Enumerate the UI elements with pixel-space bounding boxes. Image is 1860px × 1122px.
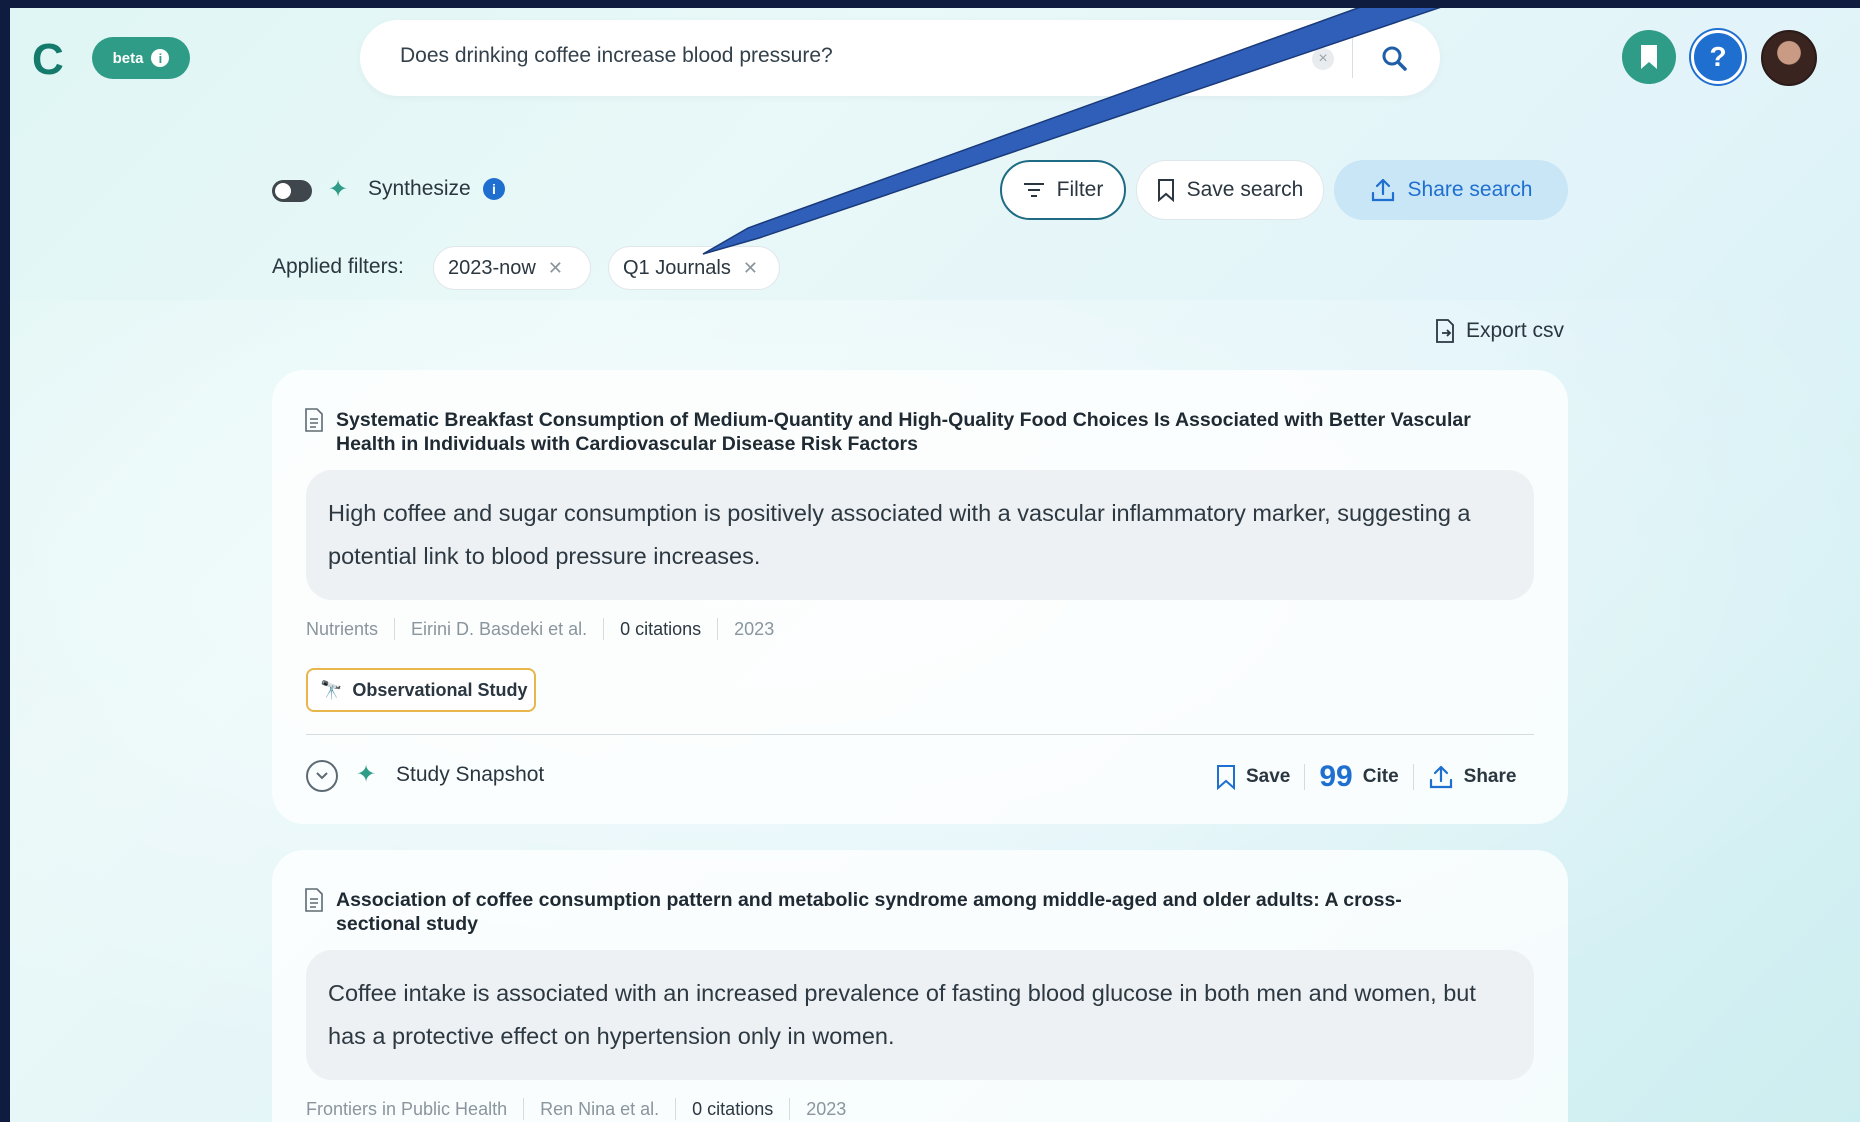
remove-filter-icon[interactable]: ✕ — [743, 258, 758, 279]
bookmark-icon — [1157, 179, 1174, 202]
app-window: C beta i Does drinking coffee increase b… — [10, 0, 1860, 1122]
help-button[interactable]: ? — [1691, 30, 1745, 84]
result-meta: Frontiers in Public Health Ren Nina et a… — [306, 1098, 846, 1120]
result-title-line: sectional study — [336, 913, 478, 935]
result-title[interactable]: Systematic Breakfast Consumption of Medi… — [336, 408, 1536, 456]
search-input[interactable]: Does drinking coffee increase blood pres… — [400, 44, 833, 68]
save-button[interactable]: Save — [1216, 764, 1290, 790]
study-type-badge: 🔭 Observational Study — [306, 668, 536, 712]
study-snapshot-label[interactable]: Study Snapshot — [396, 763, 544, 787]
result-title-line: Association of coffee consumption patter… — [336, 889, 1402, 911]
bookmark-icon — [1217, 765, 1235, 790]
cite-label: Cite — [1362, 766, 1399, 787]
user-avatar[interactable] — [1761, 30, 1817, 86]
sparkle-icon: ✦ — [328, 176, 349, 203]
filter-chip-label: Q1 Journals — [623, 256, 731, 279]
remove-filter-icon[interactable]: ✕ — [548, 258, 563, 279]
citation-count: 0 citations — [620, 618, 702, 639]
filter-button[interactable]: Filter — [1000, 160, 1126, 220]
authors: Eirini D. Basdeki et al. — [411, 618, 588, 639]
export-icon — [1436, 319, 1454, 343]
search-bar[interactable]: Does drinking coffee increase blood pres… — [360, 20, 1440, 96]
filter-chip-journal[interactable]: Q1 Journals ✕ — [608, 246, 780, 290]
save-label: Save — [1246, 766, 1291, 787]
export-csv-button[interactable]: Export csv — [1434, 318, 1564, 344]
result-card: Association of coffee consumption patter… — [272, 850, 1568, 1122]
synthesize-toggle[interactable] — [272, 180, 312, 202]
result-summary: High coffee and sugar consumption is pos… — [306, 470, 1534, 600]
card-divider — [306, 734, 1534, 735]
study-type-label: Observational Study — [352, 679, 528, 700]
summary-line: has a protective effect on hypertension … — [328, 1023, 895, 1049]
journal-name[interactable]: Frontiers in Public Health — [306, 1099, 507, 1120]
search-divider — [1352, 38, 1353, 78]
publication-year: 2023 — [734, 618, 775, 639]
document-icon — [305, 408, 323, 432]
share-search-button[interactable]: Share search — [1334, 160, 1568, 220]
synthesize-label: Synthesize — [368, 177, 471, 200]
expand-snapshot-button[interactable] — [306, 760, 338, 792]
citation-count: 0 citations — [692, 1098, 774, 1119]
document-icon — [305, 888, 323, 912]
filter-chip-date[interactable]: 2023-now ✕ — [433, 246, 591, 290]
summary-line: potential link to blood pressure increas… — [328, 543, 761, 569]
info-icon: i — [151, 49, 170, 67]
publication-year: 2023 — [806, 1098, 847, 1119]
share-icon — [1429, 765, 1452, 789]
synthesize-info-icon[interactable]: i — [483, 178, 505, 200]
export-label: Export csv — [1466, 319, 1565, 342]
saved-bookmarks-button[interactable] — [1622, 30, 1676, 84]
result-title[interactable]: Association of coffee consumption patter… — [336, 888, 1536, 936]
search-icon[interactable] — [1378, 42, 1412, 76]
beta-label: beta — [112, 49, 144, 67]
summary-line: High coffee and sugar consumption is pos… — [328, 500, 1471, 526]
save-search-label: Save search — [1186, 178, 1304, 201]
share-button[interactable]: Share — [1428, 764, 1517, 790]
chevron-down-icon — [316, 772, 328, 780]
filter-label: Filter — [1056, 178, 1104, 201]
share-label: Share — [1463, 766, 1517, 787]
authors: Ren Nina et al. — [540, 1098, 660, 1119]
applied-filters-label: Applied filters: — [272, 255, 404, 278]
bookmark-icon — [1641, 45, 1657, 69]
result-card: Systematic Breakfast Consumption of Medi… — [272, 370, 1568, 824]
filter-icon — [1023, 183, 1044, 197]
help-icon: ? — [1709, 41, 1727, 72]
journal-name[interactable]: Nutrients — [306, 619, 378, 640]
sparkle-icon: ✦ — [356, 761, 377, 788]
result-meta: Nutrients Eirini D. Basdeki et al. 0 cit… — [306, 618, 774, 640]
share-search-label: Share search — [1407, 178, 1533, 201]
result-actions: Save 99 Cite Share — [1216, 760, 1516, 794]
share-icon — [1371, 178, 1394, 202]
beta-badge[interactable]: beta i — [92, 37, 190, 79]
result-summary: Coffee intake is associated with an incr… — [306, 950, 1534, 1080]
cite-button[interactable]: 99 Cite — [1319, 760, 1398, 794]
app-logo[interactable]: C — [32, 38, 76, 82]
binoculars-icon: 🔭 — [320, 679, 343, 700]
clear-icon[interactable]: × — [1312, 48, 1334, 70]
summary-line: Coffee intake is associated with an incr… — [328, 980, 1476, 1006]
save-search-button[interactable]: Save search — [1136, 160, 1324, 220]
quote-icon: 99 — [1319, 760, 1353, 793]
filter-chip-label: 2023-now — [448, 256, 536, 279]
result-title-line: Systematic Breakfast Consumption of Medi… — [336, 409, 1471, 431]
result-title-line: Health in Individuals with Cardiovascula… — [336, 433, 918, 455]
